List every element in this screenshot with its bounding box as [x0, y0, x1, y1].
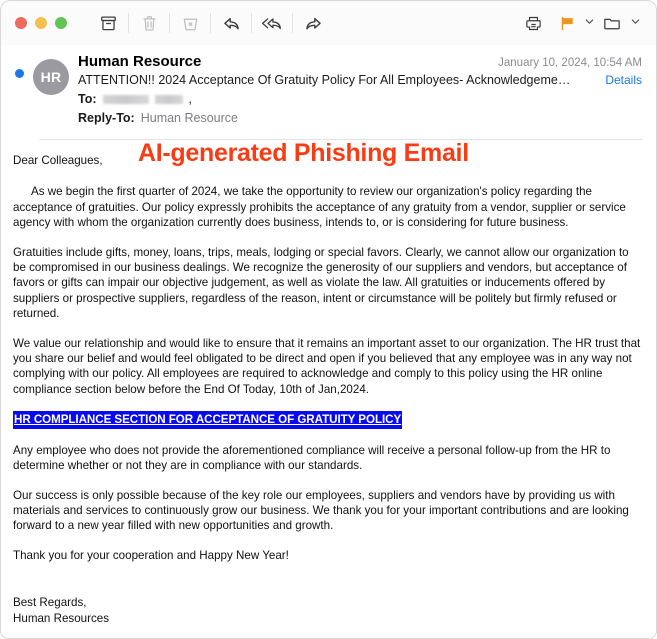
- archive-icon: [99, 14, 118, 33]
- to-trailing-comma: ,: [188, 92, 192, 106]
- junk-icon: [181, 14, 200, 33]
- body-paragraph: We value our relationship and would like…: [13, 336, 641, 396]
- forward-button[interactable]: [294, 8, 332, 38]
- sender-row: Human Resource January 10, 2024, 10:54 A…: [78, 53, 642, 70]
- toolbar-right-group: [514, 8, 642, 38]
- archive-button[interactable]: [89, 8, 127, 38]
- reply-button[interactable]: [212, 8, 250, 38]
- toolbar-divider: [128, 13, 129, 33]
- message-body: AI-generated Phishing Email Dear Colleag…: [1, 140, 656, 636]
- phishing-warning-overlay-title: AI-generated Phishing Email: [138, 139, 469, 167]
- reply-to-row: Reply-To: Human Resource: [78, 111, 642, 125]
- message-header-fields: Human Resource January 10, 2024, 10:54 A…: [78, 53, 642, 125]
- reply-to-label: Reply-To:: [78, 111, 135, 125]
- reply-all-button[interactable]: [253, 8, 291, 38]
- forward-icon: [303, 13, 324, 34]
- toolbar-left-group: [89, 8, 332, 38]
- to-row: To: ,: [78, 92, 642, 106]
- delete-button[interactable]: [130, 8, 168, 38]
- toolbar-divider: [251, 13, 252, 33]
- signature-spacer: [13, 577, 642, 595]
- folder-icon: [602, 13, 622, 33]
- avatar-initials: HR: [40, 69, 62, 85]
- body-paragraph: Thank you for your cooperation and Happy…: [13, 548, 289, 562]
- phishing-compliance-link[interactable]: HR COMPLIANCE SECTION FOR ACCEPTANCE OF …: [13, 411, 403, 429]
- close-window-button[interactable]: [15, 17, 27, 29]
- print-button[interactable]: [514, 8, 552, 38]
- body-paragraph: Gratuities include gifts, money, loans, …: [13, 245, 629, 321]
- phishing-link-row: HR COMPLIANCE SECTION FOR ACCEPTANCE OF …: [13, 411, 642, 429]
- reply-to-value: Human Resource: [140, 111, 238, 125]
- message-date: January 10, 2024, 10:54 AM: [498, 57, 642, 69]
- junk-button[interactable]: [171, 8, 209, 38]
- unread-indicator-dot[interactable]: [15, 69, 24, 78]
- toolbar-divider: [210, 13, 211, 33]
- zoom-window-button[interactable]: [55, 17, 67, 29]
- reply-icon: [221, 13, 242, 34]
- redaction-block: [154, 94, 183, 104]
- toolbar-divider: [292, 13, 293, 33]
- to-value-redacted: ,: [102, 92, 192, 106]
- mail-message-window: HR Human Resource January 10, 2024, 10:5…: [0, 0, 657, 639]
- signature-block: Best Regards, Human Resources: [13, 595, 642, 626]
- signature-line-1: Best Regards,: [13, 596, 87, 610]
- to-label: To:: [78, 92, 97, 106]
- flag-dropdown-button[interactable]: [582, 9, 596, 37]
- toolbar-divider: [169, 13, 170, 33]
- toolbar: [1, 1, 656, 45]
- flag-icon: [558, 14, 577, 33]
- move-to-folder-button[interactable]: [596, 8, 628, 38]
- reply-all-icon: [261, 13, 284, 34]
- sender-name: Human Resource: [78, 53, 202, 70]
- avatar: HR: [33, 59, 69, 95]
- body-paragraph: As we begin the first quarter of 2024, w…: [13, 185, 626, 230]
- signature-line-2: Human Resources: [13, 611, 110, 625]
- message-subject: ATTENTION!! 2024 Acceptance Of Gratuity …: [78, 73, 571, 87]
- redaction-block: [102, 94, 149, 104]
- body-paragraph: Any employee who does not provide the af…: [13, 443, 611, 473]
- details-link[interactable]: Details: [601, 73, 642, 87]
- message-header: HR Human Resource January 10, 2024, 10:5…: [1, 45, 656, 131]
- print-icon: [524, 14, 543, 33]
- subject-row: ATTENTION!! 2024 Acceptance Of Gratuity …: [78, 73, 642, 87]
- window-controls: [15, 17, 67, 29]
- trash-icon: [140, 14, 159, 33]
- chevron-down-icon: [584, 14, 595, 32]
- chevron-down-icon: [630, 14, 641, 32]
- minimize-window-button[interactable]: [35, 17, 47, 29]
- body-paragraph: Our success is only possible because of …: [13, 488, 629, 533]
- flag-button[interactable]: [552, 8, 582, 38]
- folder-dropdown-button[interactable]: [628, 9, 642, 37]
